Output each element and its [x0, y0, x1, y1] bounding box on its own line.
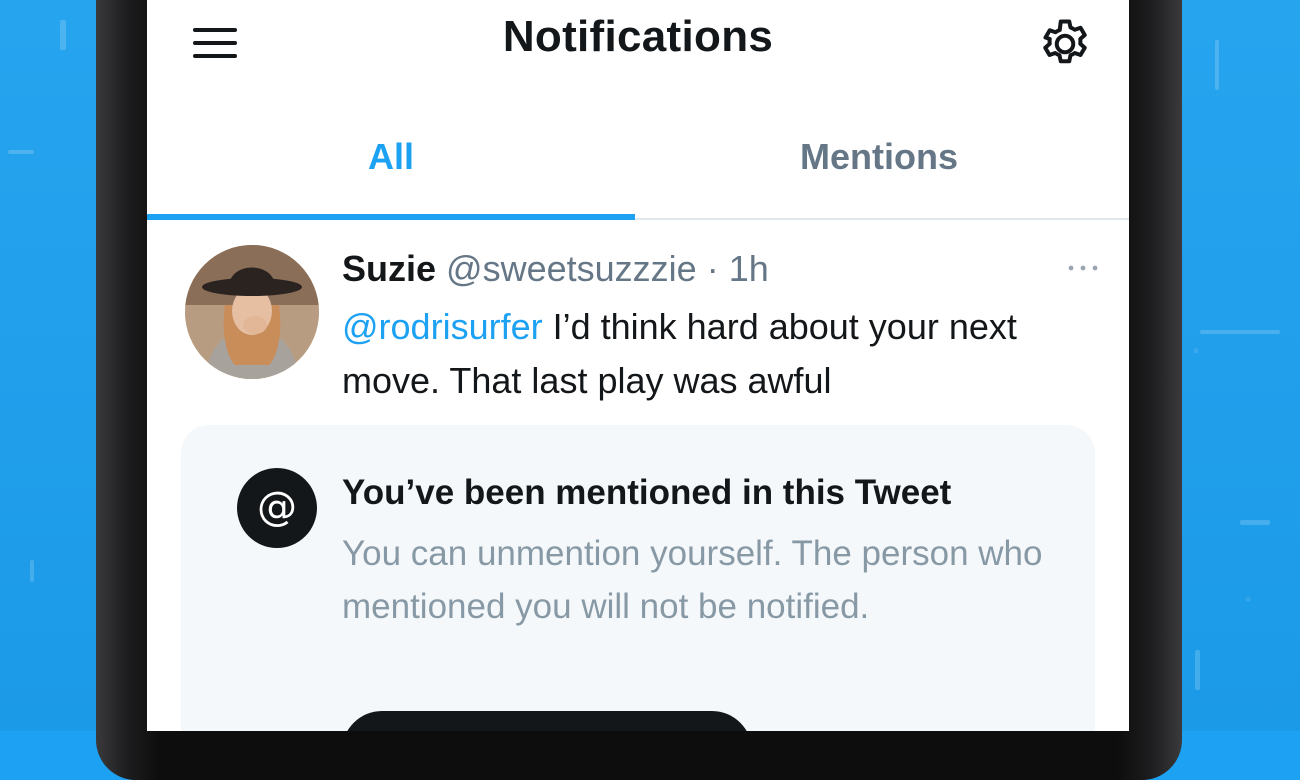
- active-tab-indicator: [147, 214, 635, 220]
- tab-mentions[interactable]: Mentions: [635, 118, 1123, 218]
- mention-link[interactable]: @rodrisurfer: [342, 306, 543, 347]
- app-screen: Notifications All Mentions Suzie @sweets…: [147, 0, 1129, 731]
- notice-description: You can unmention yourself. The person w…: [342, 534, 1043, 626]
- at-sign-icon: @: [237, 468, 317, 548]
- avatar[interactable]: [185, 245, 319, 379]
- more-dots-icon[interactable]: [1065, 256, 1101, 280]
- top-bar: Notifications: [147, 0, 1129, 90]
- page-title: Notifications: [502, 12, 774, 61]
- gear-icon[interactable]: [1035, 14, 1095, 74]
- mention-notice-card: @ You’ve been mentioned in this Tweet Yo…: [181, 425, 1095, 731]
- tweet-body: @rodrisurfer I’d think hard about your n…: [342, 300, 1102, 408]
- tab-all[interactable]: All: [147, 118, 635, 218]
- notification-tabs: All Mentions: [147, 118, 1129, 220]
- tweet-timestamp: 1h: [728, 248, 769, 289]
- author-name[interactable]: Suzie: [342, 248, 436, 289]
- avatar-photo: [185, 245, 319, 379]
- author-handle[interactable]: @sweetsuzzzie: [446, 248, 697, 289]
- separator-dot: ·: [706, 248, 719, 289]
- tweet-header: Suzie @sweetsuzzzie · 1h: [342, 248, 769, 290]
- notice-title: You’ve been mentioned in this Tweet: [342, 473, 952, 512]
- unmention-button[interactable]: [342, 711, 752, 731]
